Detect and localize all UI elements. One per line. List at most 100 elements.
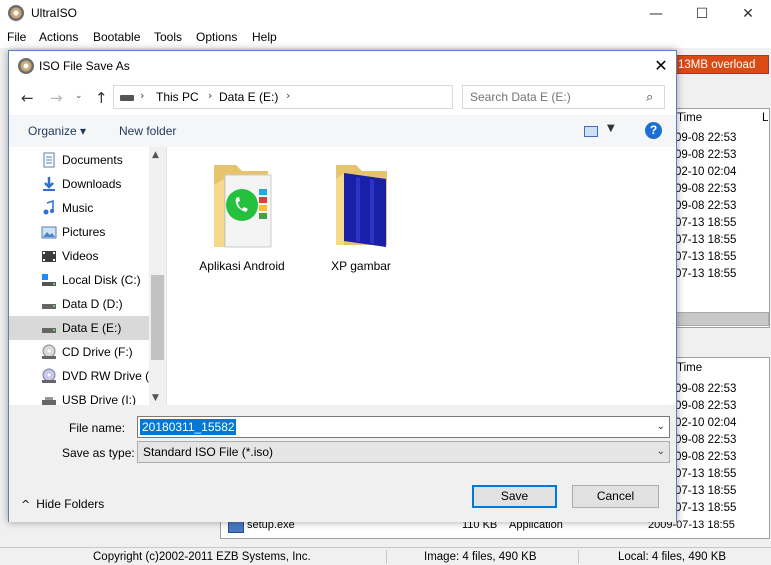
breadcrumb-this-pc[interactable]: This PC [156, 90, 199, 104]
nav-item-label: Documents [62, 153, 123, 167]
file-name-combobox[interactable]: ⌄ [137, 416, 670, 438]
search-input[interactable] [463, 86, 643, 108]
navigation-scrollbar[interactable]: ▲ ▼ [149, 147, 166, 405]
scroll-up-icon[interactable]: ▲ [152, 150, 159, 160]
cd-drive-icon [41, 344, 57, 360]
nav-item-label: USB Drive (I:) [62, 393, 137, 405]
iso-row-time: 09-08 22:53 [675, 149, 737, 161]
exe-icon [228, 521, 244, 533]
navigation-bar: ← → ⌄ ↑ › This PC › Data E (E:) › ⌄ ↻ ⌕ [9, 81, 676, 115]
nav-item[interactable]: Pictures [9, 220, 149, 244]
nav-item[interactable]: Music [9, 196, 149, 220]
new-folder-button[interactable]: New folder [119, 124, 176, 138]
chevron-down-icon[interactable]: ⌄ [657, 446, 665, 457]
nav-item[interactable]: Data D (D:) [9, 292, 149, 316]
local-row-time: 02-10 02:04 [675, 417, 737, 429]
view-options-icon[interactable] [584, 126, 598, 137]
hide-folders-button[interactable]: ^ Hide Folders [21, 497, 104, 511]
dialog-close-button[interactable]: ✕ [645, 51, 677, 81]
minimize-button[interactable]: — [633, 0, 679, 28]
nav-item[interactable]: Documents [9, 148, 149, 172]
status-copyright: Copyright (c)2002-2011 EZB Systems, Inc. [93, 551, 311, 563]
folder-label: Aplikasi Android [199, 259, 285, 273]
folder-item[interactable]: XP gambar [306, 155, 416, 275]
address-bar[interactable]: › This PC › Data E (E:) › ⌄ ↻ [113, 85, 550, 109]
ultraiso-logo-icon [8, 5, 24, 21]
file-name-input[interactable] [140, 419, 236, 435]
iso-list-scrollbar[interactable] [676, 312, 769, 326]
local-row-time: 09-08 22:53 [675, 434, 737, 446]
breadcrumb-separator[interactable]: › [140, 89, 144, 102]
menu-tools[interactable]: Tools [154, 30, 182, 44]
menu-actions[interactable]: Actions [39, 30, 78, 44]
iso-row-time: 09-08 22:53 [675, 132, 737, 144]
drive-icon [120, 95, 134, 101]
save-type-value: Standard ISO File (*.iso) [143, 445, 274, 459]
scroll-thumb[interactable] [151, 275, 164, 360]
status-bar: Copyright (c)2002-2011 EZB Systems, Inc.… [0, 547, 771, 565]
iso-row-time: 07-13 18:55 [675, 251, 737, 263]
android-folder-icon [214, 165, 272, 248]
status-local: Local: 4 files, 490 KB [618, 551, 727, 563]
breadcrumb-data-e[interactable]: Data E (E:) [219, 90, 278, 104]
nav-item[interactable]: CD Drive (F:) [9, 340, 149, 364]
local-row-time: 07-13 18:55 [675, 485, 737, 497]
nav-item-label: CD Drive (F:) [62, 345, 133, 359]
menu-help[interactable]: Help [252, 30, 277, 44]
save-type-label: Save as type: [62, 446, 135, 460]
menu-bootable[interactable]: Bootable [93, 30, 140, 44]
breadcrumb-separator[interactable]: › [208, 89, 212, 102]
iso-row-time: 07-13 18:55 [675, 234, 737, 246]
file-list-pane[interactable]: Aplikasi Android XP gambar [166, 147, 676, 405]
music-icon [41, 199, 57, 216]
local-row-time: 07-13 18:55 [675, 502, 737, 514]
cancel-button[interactable]: Cancel [572, 485, 659, 508]
organize-button[interactable]: Organize ▾ [28, 124, 86, 138]
status-separator [578, 550, 579, 564]
close-button[interactable]: ✕ [725, 0, 771, 28]
nav-item-label: Data E (E:) [62, 321, 122, 335]
ultraiso-logo-icon [18, 58, 34, 74]
iso-row-time: 07-13 18:55 [675, 268, 737, 280]
search-box[interactable]: ⌕ [462, 85, 665, 109]
pictures-icon [41, 224, 57, 240]
column-time-local[interactable]: Time [677, 362, 702, 374]
iso-row-time: 02-10 02:04 [675, 166, 737, 178]
nav-item[interactable]: Downloads [9, 172, 149, 196]
save-button[interactable]: Save [472, 485, 557, 508]
up-button[interactable]: ↑ [95, 89, 108, 107]
menu-bar: File Actions Bootable Tools Options Help [0, 28, 771, 48]
status-separator [386, 550, 387, 564]
hide-folders-label: Hide Folders [36, 497, 105, 511]
search-icon[interactable]: ⌕ [646, 90, 653, 105]
column-time[interactable]: Time [677, 112, 702, 124]
iso-row-time: 09-08 22:53 [675, 200, 737, 212]
nav-item[interactable]: USB Drive (I:) [9, 388, 149, 405]
nav-item-label: Downloads [62, 177, 122, 191]
maximize-button[interactable]: ☐ [679, 0, 725, 28]
chevron-up-icon: ^ [21, 498, 31, 511]
nav-item[interactable]: Videos [9, 244, 149, 268]
nav-item[interactable]: Local Disk (C:) [9, 268, 149, 292]
help-icon[interactable]: ? [645, 122, 662, 139]
save-type-select[interactable]: Standard ISO File (*.iso) ⌄ [137, 441, 670, 463]
breadcrumb-separator[interactable]: › [286, 89, 290, 102]
recent-locations-chevron-icon[interactable]: ⌄ [75, 91, 83, 101]
nav-item[interactable]: DVD RW Drive (C [9, 364, 158, 388]
nav-item-label: Local Disk (C:) [62, 273, 141, 287]
back-button[interactable]: ← [21, 89, 34, 107]
nav-item[interactable]: Data E (E:) [9, 316, 149, 340]
menu-file[interactable]: File [7, 30, 26, 44]
chevron-down-icon[interactable]: ⌄ [657, 421, 665, 432]
menu-options[interactable]: Options [196, 30, 237, 44]
column-l[interactable]: L [762, 112, 768, 124]
iso-row-time: 07-13 18:55 [675, 217, 737, 229]
scroll-down-icon[interactable]: ▼ [152, 393, 159, 403]
folder-item[interactable]: Aplikasi Android [187, 155, 297, 275]
dialog-titlebar: ISO File Save As ✕ [9, 51, 676, 81]
view-dropdown-icon[interactable]: ▼ [607, 123, 615, 134]
drive-icon [41, 296, 57, 312]
dialog-title: ISO File Save As [39, 59, 130, 73]
nav-item-label: DVD RW Drive (C [62, 369, 158, 383]
forward-button[interactable]: → [50, 89, 63, 107]
